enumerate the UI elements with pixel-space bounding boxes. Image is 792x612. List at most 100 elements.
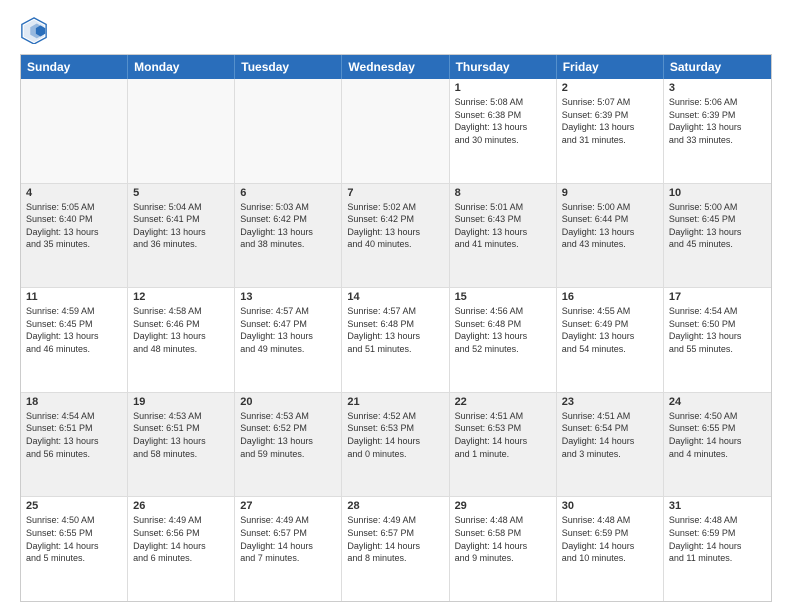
day-number: 11	[26, 291, 122, 303]
day-number: 10	[669, 187, 766, 199]
calendar-header: SundayMondayTuesdayWednesdayThursdayFrid…	[21, 55, 771, 79]
page: SundayMondayTuesdayWednesdayThursdayFrid…	[0, 0, 792, 612]
cell-info: Sunrise: 5:05 AM Sunset: 6:40 PM Dayligh…	[26, 201, 122, 251]
day-number: 14	[347, 291, 443, 303]
cell-info: Sunrise: 5:07 AM Sunset: 6:39 PM Dayligh…	[562, 96, 658, 146]
cell-info: Sunrise: 4:53 AM Sunset: 6:52 PM Dayligh…	[240, 410, 336, 460]
cell-info: Sunrise: 5:02 AM Sunset: 6:42 PM Dayligh…	[347, 201, 443, 251]
calendar-cell: 28 Sunrise: 4:49 AM Sunset: 6:57 PM Dayli…	[342, 497, 449, 601]
day-number: 19	[133, 396, 229, 408]
cell-info: Sunrise: 4:56 AM Sunset: 6:48 PM Dayligh…	[455, 305, 551, 355]
cell-info: Sunrise: 4:57 AM Sunset: 6:47 PM Dayligh…	[240, 305, 336, 355]
calendar-cell: 19 Sunrise: 4:53 AM Sunset: 6:51 PM Dayli…	[128, 393, 235, 497]
calendar-cell: 9 Sunrise: 5:00 AM Sunset: 6:44 PM Daylig…	[557, 184, 664, 288]
calendar-cell: 11 Sunrise: 4:59 AM Sunset: 6:45 PM Dayli…	[21, 288, 128, 392]
calendar-cell: 10 Sunrise: 5:00 AM Sunset: 6:45 PM Dayli…	[664, 184, 771, 288]
calendar-cell	[21, 79, 128, 183]
cell-info: Sunrise: 5:06 AM Sunset: 6:39 PM Dayligh…	[669, 96, 766, 146]
calendar-cell: 29 Sunrise: 4:48 AM Sunset: 6:58 PM Dayli…	[450, 497, 557, 601]
calendar-cell: 27 Sunrise: 4:49 AM Sunset: 6:57 PM Dayli…	[235, 497, 342, 601]
calendar-row: 4 Sunrise: 5:05 AM Sunset: 6:40 PM Daylig…	[21, 183, 771, 288]
calendar-row: 1 Sunrise: 5:08 AM Sunset: 6:38 PM Daylig…	[21, 79, 771, 183]
day-number: 8	[455, 187, 551, 199]
day-number: 6	[240, 187, 336, 199]
day-number: 15	[455, 291, 551, 303]
cell-info: Sunrise: 4:54 AM Sunset: 6:51 PM Dayligh…	[26, 410, 122, 460]
calendar-cell: 25Sunrise: 4:50 AM Sunset: 6:55 PM Dayli…	[21, 497, 128, 601]
day-number: 29	[455, 500, 551, 512]
day-number: 25	[26, 500, 122, 512]
day-number: 27	[240, 500, 336, 512]
day-number: 2	[562, 82, 658, 94]
day-number: 20	[240, 396, 336, 408]
cell-info: Sunrise: 4:51 AM Sunset: 6:54 PM Dayligh…	[562, 410, 658, 460]
day-number: 13	[240, 291, 336, 303]
calendar-cell: 17 Sunrise: 4:54 AM Sunset: 6:50 PM Dayli…	[664, 288, 771, 392]
calendar-cell: 1 Sunrise: 5:08 AM Sunset: 6:38 PM Daylig…	[450, 79, 557, 183]
calendar-cell: 22 Sunrise: 4:51 AM Sunset: 6:53 PM Dayli…	[450, 393, 557, 497]
calendar-header-day: Friday	[557, 55, 664, 79]
calendar-header-day: Sunday	[21, 55, 128, 79]
calendar-cell: 2 Sunrise: 5:07 AM Sunset: 6:39 PM Daylig…	[557, 79, 664, 183]
calendar-header-day: Wednesday	[342, 55, 449, 79]
cell-info: Sunrise: 4:57 AM Sunset: 6:48 PM Dayligh…	[347, 305, 443, 355]
calendar-cell	[128, 79, 235, 183]
day-number: 4	[26, 187, 122, 199]
calendar-body: 1 Sunrise: 5:08 AM Sunset: 6:38 PM Daylig…	[21, 79, 771, 601]
calendar-cell: 15 Sunrise: 4:56 AM Sunset: 6:48 PM Dayli…	[450, 288, 557, 392]
cell-info: Sunrise: 4:49 AM Sunset: 6:57 PM Dayligh…	[347, 514, 443, 564]
cell-info: Sunrise: 5:01 AM Sunset: 6:43 PM Dayligh…	[455, 201, 551, 251]
calendar-header-day: Saturday	[664, 55, 771, 79]
calendar-cell: 8 Sunrise: 5:01 AM Sunset: 6:43 PM Daylig…	[450, 184, 557, 288]
calendar-cell: 14 Sunrise: 4:57 AM Sunset: 6:48 PM Dayli…	[342, 288, 449, 392]
day-number: 3	[669, 82, 766, 94]
calendar-cell	[235, 79, 342, 183]
day-number: 22	[455, 396, 551, 408]
calendar-cell: 12 Sunrise: 4:58 AM Sunset: 6:46 PM Dayli…	[128, 288, 235, 392]
cell-info: Sunrise: 5:00 AM Sunset: 6:44 PM Dayligh…	[562, 201, 658, 251]
calendar-cell: 16 Sunrise: 4:55 AM Sunset: 6:49 PM Dayli…	[557, 288, 664, 392]
day-number: 16	[562, 291, 658, 303]
calendar-cell: 7 Sunrise: 5:02 AM Sunset: 6:42 PM Daylig…	[342, 184, 449, 288]
cell-info: Sunrise: 4:55 AM Sunset: 6:49 PM Dayligh…	[562, 305, 658, 355]
cell-info: Sunrise: 4:48 AM Sunset: 6:59 PM Dayligh…	[669, 514, 766, 564]
cell-info: Sunrise: 4:48 AM Sunset: 6:58 PM Dayligh…	[455, 514, 551, 564]
day-number: 28	[347, 500, 443, 512]
cell-info: Sunrise: 4:49 AM Sunset: 6:56 PM Dayligh…	[133, 514, 229, 564]
day-number: 30	[562, 500, 658, 512]
cell-info: Sunrise: 5:08 AM Sunset: 6:38 PM Dayligh…	[455, 96, 551, 146]
calendar-header-day: Tuesday	[235, 55, 342, 79]
cell-info: Sunrise: 5:00 AM Sunset: 6:45 PM Dayligh…	[669, 201, 766, 251]
day-number: 5	[133, 187, 229, 199]
cell-info: Sunrise: 4:49 AM Sunset: 6:57 PM Dayligh…	[240, 514, 336, 564]
calendar: SundayMondayTuesdayWednesdayThursdayFrid…	[20, 54, 772, 602]
calendar-header-day: Thursday	[450, 55, 557, 79]
header	[20, 16, 772, 44]
cell-info: Sunrise: 4:50 AM Sunset: 6:55 PM Dayligh…	[669, 410, 766, 460]
day-number: 1	[455, 82, 551, 94]
logo	[20, 16, 52, 44]
cell-info: Sunrise: 4:48 AM Sunset: 6:59 PM Dayligh…	[562, 514, 658, 564]
calendar-cell: 18Sunrise: 4:54 AM Sunset: 6:51 PM Dayli…	[21, 393, 128, 497]
calendar-cell: 31Sunrise: 4:48 AM Sunset: 6:59 PM Dayli…	[664, 497, 771, 601]
day-number: 12	[133, 291, 229, 303]
calendar-cell: 21Sunrise: 4:52 AM Sunset: 6:53 PM Dayli…	[342, 393, 449, 497]
calendar-cell	[342, 79, 449, 183]
cell-info: Sunrise: 4:51 AM Sunset: 6:53 PM Dayligh…	[455, 410, 551, 460]
day-number: 26	[133, 500, 229, 512]
cell-info: Sunrise: 5:04 AM Sunset: 6:41 PM Dayligh…	[133, 201, 229, 251]
calendar-row: 25Sunrise: 4:50 AM Sunset: 6:55 PM Dayli…	[21, 496, 771, 601]
cell-info: Sunrise: 4:53 AM Sunset: 6:51 PM Dayligh…	[133, 410, 229, 460]
calendar-cell: 26 Sunrise: 4:49 AM Sunset: 6:56 PM Dayli…	[128, 497, 235, 601]
cell-info: Sunrise: 4:59 AM Sunset: 6:45 PM Dayligh…	[26, 305, 122, 355]
day-number: 7	[347, 187, 443, 199]
calendar-cell: 3 Sunrise: 5:06 AM Sunset: 6:39 PM Daylig…	[664, 79, 771, 183]
cell-info: Sunrise: 4:54 AM Sunset: 6:50 PM Dayligh…	[669, 305, 766, 355]
calendar-row: 18Sunrise: 4:54 AM Sunset: 6:51 PM Dayli…	[21, 392, 771, 497]
calendar-cell: 20 Sunrise: 4:53 AM Sunset: 6:52 PM Dayli…	[235, 393, 342, 497]
cell-info: Sunrise: 4:58 AM Sunset: 6:46 PM Dayligh…	[133, 305, 229, 355]
day-number: 17	[669, 291, 766, 303]
cell-info: Sunrise: 5:03 AM Sunset: 6:42 PM Dayligh…	[240, 201, 336, 251]
calendar-cell: 30 Sunrise: 4:48 AM Sunset: 6:59 PM Dayli…	[557, 497, 664, 601]
day-number: 9	[562, 187, 658, 199]
